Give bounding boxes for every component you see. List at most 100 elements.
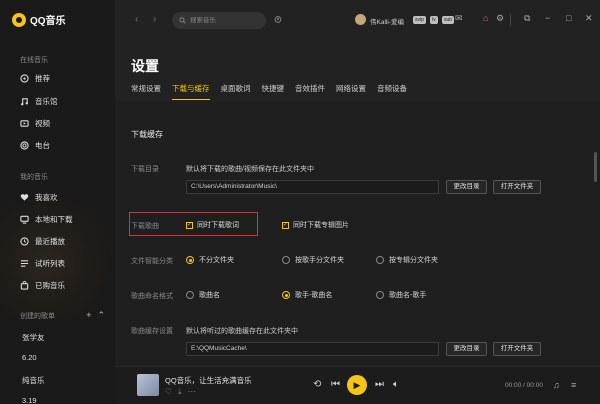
tab-download-cache[interactable]: 下载与缓存 (172, 83, 210, 100)
radio-song-name[interactable]: 歌曲名 (186, 290, 220, 300)
more-icon[interactable]: ⋯ (188, 387, 196, 397)
radio-no-folder[interactable]: 不分文件夹 (186, 255, 234, 265)
qq-music-logo-icon (12, 12, 26, 27)
settings-header: 设置 常规设置 下载与缓存 桌面歌词 快捷键 音效插件 网络设置 音频设备 (115, 42, 600, 102)
like-heart-icon[interactable]: ♡ (165, 387, 172, 397)
radio-label: 歌曲名-歌手 (389, 292, 427, 299)
download-lyrics-checkbox[interactable]: ✓ 同时下载歌词 (186, 220, 239, 230)
radio-by-artist[interactable]: 按歌手分文件夹 (282, 255, 344, 265)
voice-search-icon[interactable] (274, 15, 282, 26)
radio-artist-song[interactable]: 歌手-歌曲名 (282, 290, 332, 300)
bag-icon (20, 281, 29, 290)
tab-desktop-lyrics[interactable]: 桌面歌词 (221, 83, 251, 100)
change-download-dir-button[interactable]: 更改目录 (446, 180, 487, 194)
playlist-item[interactable]: 纯音乐 (22, 375, 45, 386)
settings-gear-icon[interactable]: ⚙ (496, 13, 504, 24)
topbar-divider (510, 14, 511, 26)
checkmark-icon: ✓ (282, 221, 289, 229)
next-icon[interactable]: ⏭ (375, 379, 384, 390)
sidebar-item-video[interactable]: 视频 (20, 118, 50, 129)
tab-network[interactable]: 网络设置 (336, 83, 366, 100)
tab-general[interactable]: 常规设置 (131, 83, 161, 100)
playlist-icon[interactable]: ≡ (571, 380, 576, 390)
sidebar-item-purchased[interactable]: 已购音乐 (20, 280, 65, 291)
playback-time: 00:00 / 00:00 (505, 382, 543, 389)
level-badge[interactable]: lv (430, 16, 438, 24)
download-dir-path[interactable]: C:\Users\Administrator\Music\ (186, 180, 439, 194)
list-icon (20, 259, 29, 268)
scrollbar[interactable] (594, 152, 597, 182)
mail-icon[interactable]: ✉ (455, 13, 463, 24)
radio-song-artist[interactable]: 歌曲名-歌手 (376, 290, 426, 300)
download-album-art-checkbox[interactable]: ✓ 同时下载专辑图片 (282, 220, 349, 230)
forward-chevron-icon[interactable]: › (153, 14, 156, 25)
video-icon (20, 119, 29, 128)
avatar[interactable] (355, 14, 366, 25)
settings-tabs: 常规设置 下载与缓存 桌面歌词 快捷键 音效插件 网络设置 音频设备 (131, 83, 418, 100)
sidebar-item-recommend[interactable]: 推荐 (20, 73, 50, 84)
radio-selected-icon (186, 256, 194, 264)
topbar: ‹ › 伟Kalli-爱编 svip lv sub ✉ ⌂ ⚙ ⧉ − □ ✕ (115, 0, 600, 42)
skin-icon[interactable]: ⌂ (483, 13, 488, 23)
my-music-label: 我的音乐 (20, 174, 48, 181)
radio-icon (20, 141, 29, 150)
album-cover[interactable] (137, 374, 159, 396)
radio-unselected-icon (186, 291, 194, 299)
volume-icon[interactable]: 🔈︎ (393, 379, 399, 390)
minimize-icon[interactable]: − (545, 13, 550, 23)
open-cache-folder-button[interactable]: 打开文件夹 (493, 342, 541, 356)
sidebar-item-label: 音乐馆 (35, 97, 58, 106)
previous-icon[interactable]: ⏮ (331, 379, 340, 390)
loop-mode-icon[interactable]: ⟲ (313, 379, 321, 390)
sidebar-item-local-download[interactable]: 本地和下载 (20, 214, 73, 225)
app-name: QQ音乐 (30, 16, 66, 27)
sidebar-item-label: 试听列表 (35, 259, 65, 268)
lyrics-icon[interactable]: ♫ (553, 380, 560, 390)
search-box[interactable] (172, 12, 266, 29)
playlist-item[interactable]: 张学友 (22, 332, 45, 343)
mini-mode-icon[interactable]: ⧉ (524, 13, 530, 24)
tab-sound-plugins[interactable]: 音效插件 (295, 83, 325, 100)
tab-shortcuts[interactable]: 快捷键 (262, 83, 285, 100)
online-music-label: 在线音乐 (20, 57, 48, 64)
sidebar-item-label: 已购音乐 (35, 281, 65, 290)
add-playlist-icon[interactable]: + (86, 310, 91, 321)
player-bar: QQ音乐，让生活充满音乐 ♡ ⤓ ⋯ ⟲ ⏮ ▶ ⏭ 🔈︎ 00:00 / 00… (115, 366, 600, 404)
collapse-chevron-icon[interactable]: ⌃ (97, 310, 105, 321)
cache-dir-path[interactable]: E:\QQMusicCache\ (186, 342, 439, 356)
playlist-item[interactable]: 3.19 (22, 396, 37, 404)
sidebar-item-recent[interactable]: 最近播放 (20, 236, 65, 247)
app-logo[interactable]: QQ音乐 (12, 12, 66, 27)
sidebar-item-trial-list[interactable]: 试听列表 (20, 258, 65, 269)
created-playlists-header: 创建的歌单 + ⌃ (20, 310, 105, 321)
playlist-item[interactable]: 6.20 (22, 353, 37, 362)
maximize-icon[interactable]: □ (566, 13, 571, 23)
sidebar-item-label: 推荐 (35, 74, 50, 83)
download-icon[interactable]: ⤓ (178, 387, 182, 397)
naming-format-label: 歌曲命名格式 (131, 293, 173, 300)
back-chevron-icon[interactable]: ‹ (135, 14, 138, 25)
play-button[interactable]: ▶ (347, 375, 367, 395)
vip-badge[interactable]: svip (413, 16, 426, 24)
sidebar-item-favorites[interactable]: 我喜欢 (20, 192, 58, 203)
radio-label: 按专辑分文件夹 (389, 257, 438, 264)
open-download-folder-button[interactable]: 打开文件夹 (493, 180, 541, 194)
settings-content: 下载缓存 下载目录 默认将下载的歌曲/视频保存在此文件夹中 C:\Users\A… (115, 102, 600, 366)
sidebar-item-radio[interactable]: 电台 (20, 140, 50, 151)
change-cache-dir-button[interactable]: 更改目录 (446, 342, 487, 356)
cache-settings-desc: 默认将听过的歌曲缓存在此文件夹中 (186, 328, 298, 335)
radio-label: 歌手-歌曲名 (295, 292, 333, 299)
radio-selected-icon (282, 291, 290, 299)
subscription-badge[interactable]: sub (442, 16, 455, 24)
search-input[interactable] (190, 17, 260, 24)
radio-by-album[interactable]: 按专辑分文件夹 (376, 255, 438, 265)
song-actions: ♡ ⤓ ⋯ (165, 387, 196, 397)
sidebar-item-music-hall[interactable]: 音乐馆 (20, 96, 58, 107)
heart-icon (20, 193, 29, 202)
username[interactable]: 伟Kalli-爱编 (370, 16, 404, 26)
tab-audio-device[interactable]: 音频设备 (377, 83, 407, 100)
sidebar-item-label: 电台 (35, 141, 50, 150)
close-icon[interactable]: ✕ (585, 13, 593, 24)
song-title[interactable]: QQ音乐，让生活充满音乐 (165, 375, 252, 386)
radio-unselected-icon (376, 291, 384, 299)
